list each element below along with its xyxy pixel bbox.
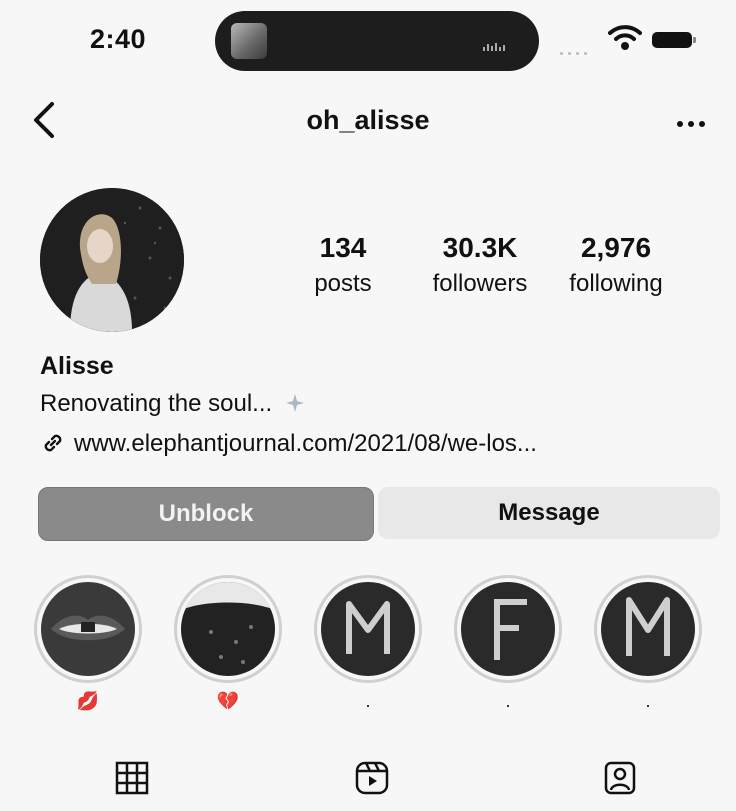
followers-count[interactable]: 30.3K followers (418, 232, 542, 298)
unblock-button[interactable]: Unblock (38, 487, 374, 541)
sparkle-emoji-icon (285, 394, 304, 412)
highlight-item[interactable]: . (454, 575, 562, 711)
status-bar: 2:40 (0, 0, 736, 80)
wifi-icon (608, 25, 642, 50)
followers-label: followers (432, 270, 528, 297)
highlight-cover-lips (41, 582, 135, 676)
highlight-caption: 💔 (216, 691, 240, 711)
highlight-ring (34, 575, 142, 683)
profile-stats: 134 posts 30.3K followers 2,976 followin… (0, 232, 736, 312)
profile-display-name: Alisse (40, 352, 114, 380)
highlight-ring (174, 575, 282, 683)
status-time: 2:40 (90, 24, 147, 54)
highlight-ring (594, 575, 702, 683)
following-value: 2,976 (580, 232, 652, 263)
following-count[interactable]: 2,976 following (556, 232, 676, 298)
following-label: following (569, 270, 663, 297)
highlight-item[interactable]: 💋 (34, 575, 142, 711)
highlight-caption: . (505, 691, 511, 711)
highlight-caption: . (365, 691, 371, 711)
posts-label: posts (314, 270, 372, 297)
cellular-signal-icon (560, 42, 600, 55)
reels-icon[interactable] (354, 760, 390, 796)
profile-header: oh_alisse (0, 90, 736, 160)
highlight-cover-letter-m (321, 582, 415, 676)
more-options-icon[interactable] (676, 120, 706, 128)
profile-username: oh_alisse (306, 105, 430, 135)
audio-waveform-icon (483, 33, 517, 51)
profile-link[interactable]: www.elephantjournal.com/2021/08/we-los..… (40, 430, 537, 458)
posts-count[interactable]: 134 posts (298, 232, 388, 298)
message-button[interactable]: Message (378, 487, 720, 539)
highlight-caption: 💋 (76, 691, 100, 711)
grid-icon[interactable] (114, 760, 150, 796)
followers-value: 30.3K (442, 232, 518, 263)
posts-value: 134 (319, 232, 367, 263)
media-thumbnail (231, 23, 267, 59)
highlight-ring (314, 575, 422, 683)
highlight-item[interactable]: . (594, 575, 702, 711)
link-text: www.elephantjournal.com/2021/08/we-los..… (74, 430, 537, 457)
highlight-item[interactable]: . (314, 575, 422, 711)
dynamic-island[interactable] (215, 11, 539, 71)
bio-text: Renovating the soul... (40, 390, 273, 417)
story-highlights: 💋 💔 . . . (0, 575, 736, 715)
profile-tabs (0, 750, 736, 811)
highlight-cover-letter-m (601, 582, 695, 676)
highlight-ring (454, 575, 562, 683)
highlight-caption: . (645, 691, 651, 711)
highlight-cover-dark (181, 582, 275, 676)
tagged-icon[interactable] (602, 760, 638, 796)
battery-icon (652, 32, 696, 48)
highlight-item[interactable]: 💔 (174, 575, 282, 711)
link-icon (44, 434, 62, 452)
highlight-cover-letter-f (461, 582, 555, 676)
profile-bio: Renovating the soul... (40, 390, 307, 418)
